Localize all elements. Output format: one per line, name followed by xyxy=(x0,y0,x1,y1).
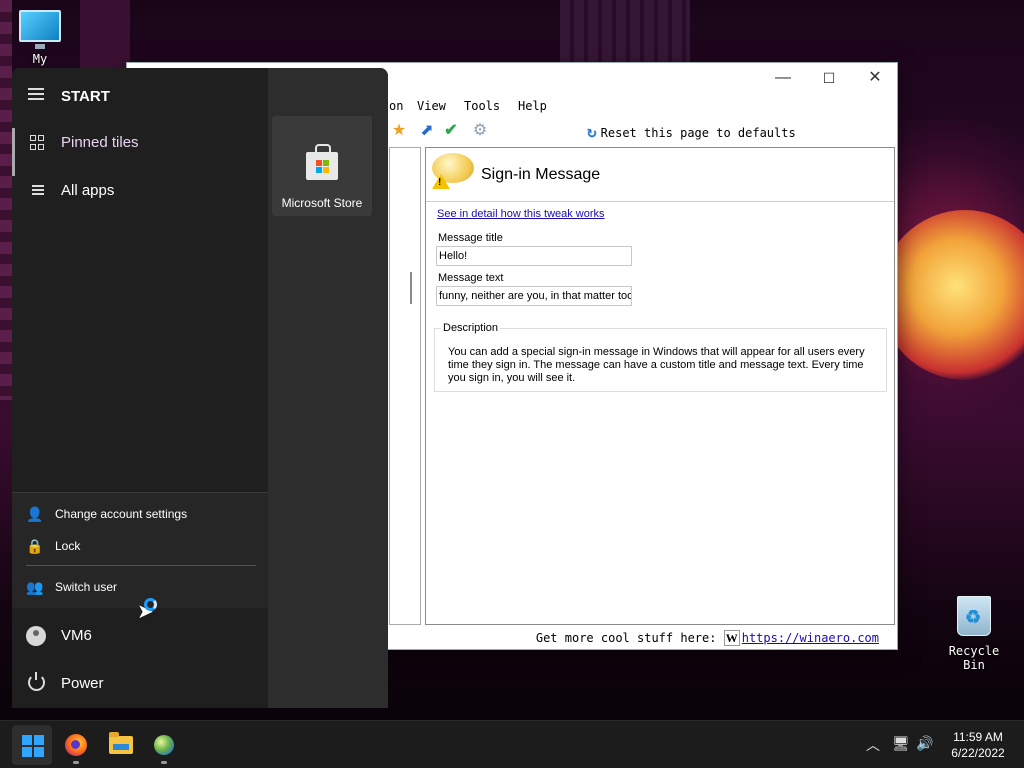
message-title-input[interactable]: Hello! xyxy=(436,246,632,266)
account-flyout: 👤 Change account settings 🔒 Lock 👥 Switc… xyxy=(12,492,268,608)
close-button[interactable]: ✕ xyxy=(855,67,895,89)
volume-icon[interactable]: 🔊 xyxy=(916,735,933,752)
description-box: Description You can add a special sign-i… xyxy=(434,322,887,392)
tree-scrollbar[interactable] xyxy=(410,272,412,304)
reset-label: Reset this page to defaults xyxy=(600,126,796,140)
star-icon[interactable]: ★ xyxy=(389,122,409,140)
windows-logo-icon xyxy=(22,735,44,757)
recycle-bin-icon: ♻ xyxy=(957,596,991,636)
message-title-label: Message title xyxy=(438,232,503,244)
monitor-icon xyxy=(19,10,61,49)
status-bar: Get more cool stuff here: Whttps://winae… xyxy=(389,630,897,649)
tile-label: Microsoft Store xyxy=(281,196,363,210)
tweaker-icon xyxy=(154,735,174,755)
busy-spinner-icon xyxy=(144,598,157,611)
status-prefix: Get more cool stuff here: xyxy=(535,631,717,645)
chevron-up-icon[interactable]: ︿ xyxy=(866,735,880,755)
divider xyxy=(26,565,256,566)
account-item-label: Lock xyxy=(55,539,81,553)
wallpaper-building xyxy=(560,0,690,62)
menu-item-partial[interactable]: on xyxy=(389,99,403,113)
running-indicator xyxy=(161,761,167,764)
tile-microsoft-store[interactable]: Microsoft Store xyxy=(272,116,372,216)
change-account-settings-item[interactable]: 👤 Change account settings xyxy=(12,499,268,529)
avatar xyxy=(26,626,46,646)
wallpaper-building xyxy=(0,0,12,400)
checkmark-icon[interactable]: ✔ xyxy=(441,122,461,140)
list-icon xyxy=(30,183,46,199)
desktop-icon-recycle-bin[interactable]: ♻ Recycle Bin xyxy=(942,596,1006,672)
description-legend: Description xyxy=(441,322,501,334)
message-text-label: Message text xyxy=(438,272,504,284)
user-settings-icon: 👤 xyxy=(26,506,44,522)
lock-icon: 🔒 xyxy=(26,538,44,554)
clock-date: 6/22/2022 xyxy=(951,746,1005,760)
maximize-button[interactable]: ☐ xyxy=(809,67,849,89)
network-icon[interactable]: 🖥 xyxy=(892,735,910,752)
taskbar: ︿ 🖥 🔊 11:59 AM 6/22/2022 xyxy=(0,720,1024,768)
wallpaper-building xyxy=(80,0,130,70)
account-item-label: Switch user xyxy=(55,580,118,594)
start-menu: START Pinned tiles All apps 👤 Change acc… xyxy=(12,68,388,708)
tiles-icon xyxy=(30,135,46,151)
hamburger-icon[interactable] xyxy=(28,88,44,102)
user-name: VM6 xyxy=(61,627,92,644)
shortcut-icon[interactable]: ⬈ xyxy=(417,122,437,140)
firefox-icon xyxy=(65,734,87,756)
detail-link[interactable]: See in detail how this tweak works xyxy=(437,208,605,220)
taskbar-firefox[interactable] xyxy=(56,725,96,765)
winaero-logo-icon: W xyxy=(723,630,740,646)
start-button[interactable] xyxy=(12,725,52,765)
desktop-icon-this-pc[interactable]: My xyxy=(14,10,66,66)
minimize-button[interactable]: — xyxy=(763,67,803,89)
power-button[interactable]: Power xyxy=(12,662,268,706)
taskbar-file-explorer[interactable] xyxy=(100,725,140,765)
message-text-input[interactable]: funny, neither are you, in that matter t… xyxy=(436,286,632,306)
reset-icon: ↻ xyxy=(587,122,597,141)
start-title: START xyxy=(61,88,110,105)
switch-user-icon: 👥 xyxy=(26,579,44,595)
menu-item-help[interactable]: Help xyxy=(518,99,547,113)
nav-item-label: Pinned tiles xyxy=(61,134,139,151)
panel-header: ! Sign-in Message xyxy=(426,148,894,202)
lock-item[interactable]: 🔒 Lock xyxy=(12,531,268,561)
power-icon xyxy=(28,672,45,691)
panel-title: Sign-in Message xyxy=(481,166,601,183)
description-text: You can add a special sign-in message in… xyxy=(448,346,865,384)
nav-item-label: All apps xyxy=(61,182,115,199)
gear-icon[interactable]: ⚙ xyxy=(470,122,490,140)
desktop-icon-label: Bin xyxy=(963,658,985,672)
running-indicator xyxy=(73,761,79,764)
winaero-link[interactable]: https://winaero.com xyxy=(742,631,879,645)
clock-time: 11:59 AM xyxy=(953,730,1003,744)
nav-item-pinned-tiles[interactable]: Pinned tiles xyxy=(12,122,268,176)
tiles-area: Microsoft Store xyxy=(268,68,388,708)
desktop-icon-label: Recycle xyxy=(948,644,1000,658)
nav-item-all-apps[interactable]: All apps xyxy=(12,170,268,214)
tree-pane[interactable] xyxy=(389,147,421,625)
store-bag-icon xyxy=(306,144,338,180)
settings-panel: ! Sign-in Message See in detail how this… xyxy=(425,147,895,625)
desktop-icon-label: My xyxy=(32,52,48,66)
folder-icon xyxy=(109,732,133,754)
menu-item-tools[interactable]: Tools xyxy=(464,99,500,113)
system-clock[interactable]: 11:59 AM 6/22/2022 xyxy=(944,729,1012,761)
taskbar-winaero-tweaker[interactable] xyxy=(144,725,184,765)
switch-user-item[interactable]: 👥 Switch user xyxy=(12,572,268,602)
power-label: Power xyxy=(61,675,104,692)
account-item-label: Change account settings xyxy=(55,507,188,521)
reset-defaults-button[interactable]: ↻ Reset this page to defaults xyxy=(587,122,796,141)
menu-item-view[interactable]: View xyxy=(417,99,446,113)
